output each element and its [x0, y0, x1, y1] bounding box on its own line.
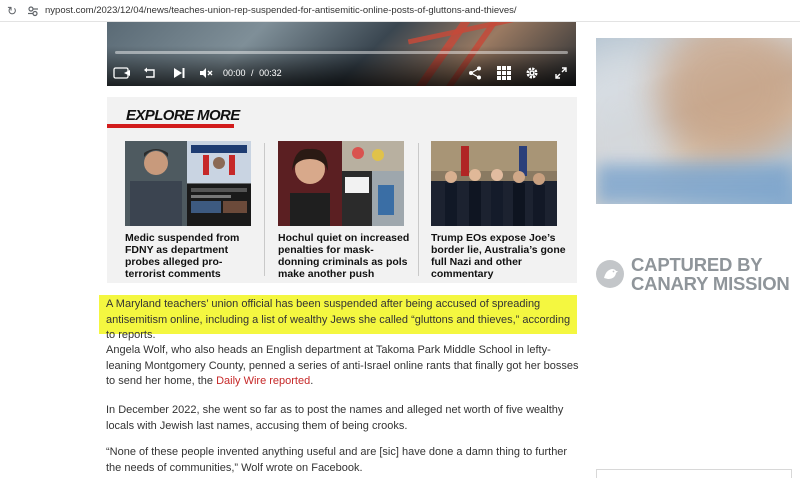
url-text[interactable]: nypost.com/2023/12/04/news/teaches-union… [45, 5, 517, 16]
card-headline[interactable]: Trump EOs expose Joe’s border lie, Austr… [431, 232, 566, 280]
article-paragraph-3: In December 2022, she went so far as to … [106, 404, 564, 432]
watermark-line-2: CANARY MISSION [631, 273, 790, 294]
video-controls: 00:00 / 00:32 [107, 62, 576, 84]
article-paragraph-2: Angela Wolf, who also heads an English d… [106, 343, 580, 390]
sidebar-ad-image[interactable] [596, 38, 792, 204]
video-progress-bar[interactable] [115, 51, 568, 54]
daily-wire-link[interactable]: Daily Wire reported [216, 375, 310, 387]
fullscreen-icon[interactable] [546, 62, 576, 84]
replay-icon[interactable] [137, 62, 163, 84]
explore-card[interactable]: Medic suspended from FDNY as department … [125, 141, 265, 280]
explore-card[interactable]: Hochul quiet on increased penalties for … [278, 141, 418, 280]
video-current-time: 00:00 [223, 68, 246, 78]
canary-bird-icon [596, 260, 624, 288]
captions-icon[interactable] [107, 62, 137, 84]
ad-image-blur [596, 164, 792, 204]
article-paragraph-2-end: . [310, 375, 314, 387]
card-thumbnail[interactable] [431, 141, 557, 226]
video-time-display: 00:00 / 00:32 [223, 68, 282, 78]
explore-more-title: EXPLORE MORE [126, 107, 240, 124]
grid-icon[interactable] [490, 62, 518, 84]
video-player[interactable]: 00:00 / 00:32 [107, 22, 576, 86]
browser-address-bar[interactable]: ↻ nypost.com/2023/12/04/news/teaches-uni… [0, 0, 800, 22]
card-headline[interactable]: Hochul quiet on increased penalties for … [278, 232, 413, 280]
explore-card[interactable]: Trump EOs expose Joe’s border lie, Austr… [431, 141, 571, 280]
next-icon[interactable] [163, 62, 195, 84]
card-thumbnail[interactable] [278, 141, 404, 226]
share-icon[interactable] [460, 62, 490, 84]
article-paragraph-1: A Maryland teachers’ union official has … [106, 298, 571, 341]
watermark-text: CAPTURED BY CANARY MISSION [631, 255, 790, 293]
article-paragraph-4: “None of these people invented anything … [106, 446, 568, 474]
reload-icon[interactable]: ↻ [5, 4, 19, 18]
explore-more-module: EXPLORE MORE Medic suspended from FDNY a… [107, 97, 577, 283]
card-separator [264, 143, 265, 276]
card-thumbnail[interactable] [125, 141, 251, 226]
canary-mission-watermark: CAPTURED BY CANARY MISSION [596, 254, 800, 294]
explore-more-underline [107, 124, 234, 128]
mute-icon[interactable] [195, 62, 217, 84]
article-paragraph-2-text: Angela Wolf, who also heads an English d… [106, 344, 579, 387]
settings-icon[interactable] [518, 62, 546, 84]
ad-image-blur [656, 38, 792, 158]
card-headline[interactable]: Medic suspended from FDNY as department … [125, 232, 260, 280]
watermark-line-1: CAPTURED BY [631, 254, 763, 275]
sidebar-widget-box [596, 469, 792, 478]
card-separator [418, 143, 419, 276]
site-info-icon[interactable] [27, 5, 39, 17]
video-duration: 00:32 [259, 68, 282, 78]
video-time-separator: / [251, 68, 254, 78]
